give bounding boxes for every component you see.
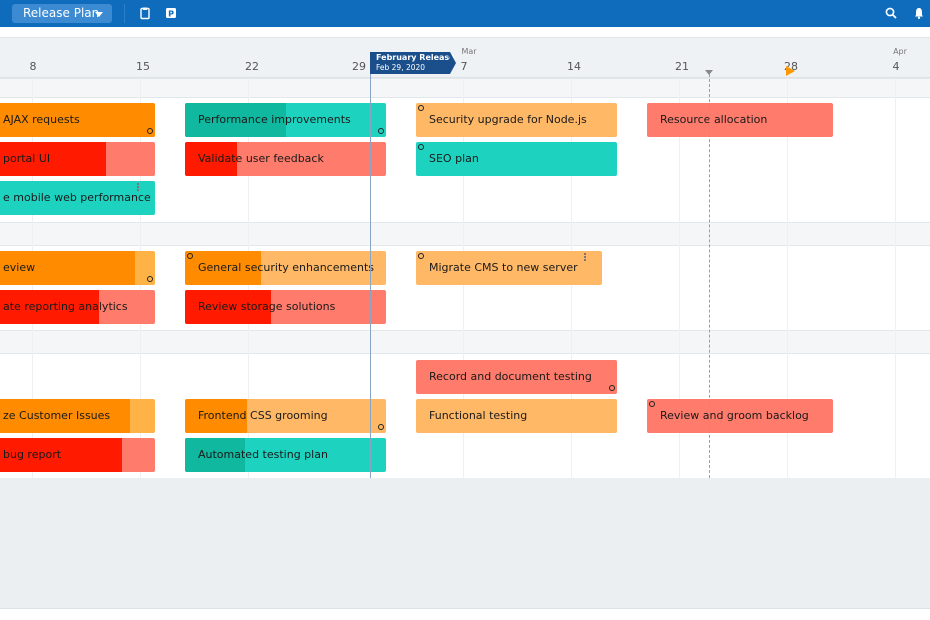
task-label: bug report <box>3 448 62 461</box>
month-label: Apr <box>893 47 907 56</box>
dependency-connector-icon[interactable] <box>147 128 153 134</box>
task-bar[interactable]: bug report <box>0 438 155 472</box>
today-marker-icon <box>705 70 713 75</box>
date-tick: 4 <box>892 60 900 73</box>
task-label: Security upgrade for Node.js <box>429 113 587 126</box>
bell-icon[interactable] <box>912 6 926 20</box>
task-bar[interactable]: Review and groom backlog <box>647 399 833 433</box>
view-selector-button[interactable]: Release Plan <box>12 4 112 23</box>
task-label: Performance improvements <box>198 113 351 126</box>
date-tick: 8 <box>29 60 37 73</box>
task-label: Functional testing <box>429 409 528 422</box>
release-milestone-flag[interactable]: February Release Feb 29, 2020 <box>370 52 456 74</box>
task-bar[interactable]: eview <box>0 251 155 285</box>
bottom-scroll-strip[interactable] <box>0 608 930 620</box>
milestone-flag-icon[interactable] <box>786 66 795 76</box>
task-label: e mobile web performance <box>3 191 151 204</box>
month-label: Mar <box>461 47 477 56</box>
task-label: SEO plan <box>429 152 479 165</box>
task-bar[interactable]: SEO plan <box>416 142 617 176</box>
task-bar[interactable]: AJAX requests <box>0 103 155 137</box>
dependency-connector-icon[interactable] <box>609 385 615 391</box>
task-label: AJAX requests <box>3 113 80 126</box>
task-label: ze Customer Issues <box>3 409 111 422</box>
date-tick: 29 <box>352 60 366 73</box>
task-label: Record and document testing <box>429 370 592 383</box>
release-date: Feb 29, 2020 <box>376 63 426 72</box>
task-label: portal UI <box>3 152 51 165</box>
p-badge-icon[interactable]: P <box>164 6 178 20</box>
date-tick: 21 <box>675 60 689 73</box>
task-bar[interactable]: Functional testing <box>416 399 617 433</box>
today-line <box>709 74 710 478</box>
task-bar[interactable]: Record and document testing <box>416 360 617 394</box>
date-tick: 15 <box>136 60 150 73</box>
svg-text:P: P <box>168 10 174 19</box>
task-bar[interactable]: Frontend CSS grooming <box>185 399 386 433</box>
search-icon[interactable] <box>884 6 898 20</box>
view-selector-label: Release Plan <box>23 6 100 20</box>
toolbar-shadow-strip <box>0 27 930 38</box>
dependency-connector-icon[interactable] <box>378 424 384 430</box>
drag-handle-icon[interactable] <box>137 183 139 191</box>
task-bar[interactable]: Migrate CMS to new server <box>416 251 602 285</box>
task-label: eview <box>3 261 36 274</box>
release-name: February Release <box>376 53 455 62</box>
date-tick: 22 <box>245 60 259 73</box>
dependency-connector-icon[interactable] <box>187 253 193 259</box>
gantt-area: AJAX requests portal UI e mobile web per… <box>0 78 930 608</box>
grid-line <box>895 78 896 478</box>
date-tick: 14 <box>567 60 581 73</box>
task-bar[interactable]: Performance improvements <box>185 103 386 137</box>
task-bar[interactable]: ze Customer Issues <box>0 399 155 433</box>
task-bar[interactable]: Security upgrade for Node.js <box>416 103 617 137</box>
task-label: Review and groom backlog <box>660 409 809 422</box>
release-line <box>370 74 371 478</box>
top-toolbar: Release Plan P <box>0 0 930 27</box>
task-label: ate reporting analytics <box>3 300 128 313</box>
toolbar-divider <box>124 4 125 23</box>
task-label: Review storage solutions <box>198 300 336 313</box>
date-tick: 7 <box>460 60 468 73</box>
dependency-connector-icon[interactable] <box>418 253 424 259</box>
task-bar[interactable]: e mobile web performance <box>0 181 155 215</box>
task-bar[interactable]: portal UI <box>0 142 155 176</box>
task-label: Validate user feedback <box>198 152 324 165</box>
dependency-connector-icon[interactable] <box>418 105 424 111</box>
dependency-connector-icon[interactable] <box>147 276 153 282</box>
task-label: Automated testing plan <box>198 448 328 461</box>
task-bar[interactable]: Review storage solutions <box>185 290 386 324</box>
task-bar[interactable]: General security enhancements <box>185 251 386 285</box>
dependency-connector-icon[interactable] <box>418 144 424 150</box>
chevron-down-icon <box>95 12 103 17</box>
task-bar[interactable]: ate reporting analytics <box>0 290 155 324</box>
task-bar[interactable]: Validate user feedback <box>185 142 386 176</box>
task-label: Migrate CMS to new server <box>429 261 578 274</box>
task-label: Resource allocation <box>660 113 768 126</box>
clipboard-icon[interactable] <box>138 6 152 20</box>
task-bar[interactable]: Automated testing plan <box>185 438 386 472</box>
dependency-connector-icon[interactable] <box>378 128 384 134</box>
task-label: Frontend CSS grooming <box>198 409 328 422</box>
task-label: General security enhancements <box>198 261 374 274</box>
dependency-connector-icon[interactable] <box>649 401 655 407</box>
drag-handle-icon[interactable] <box>584 253 586 261</box>
task-bar[interactable]: Resource allocation <box>647 103 833 137</box>
